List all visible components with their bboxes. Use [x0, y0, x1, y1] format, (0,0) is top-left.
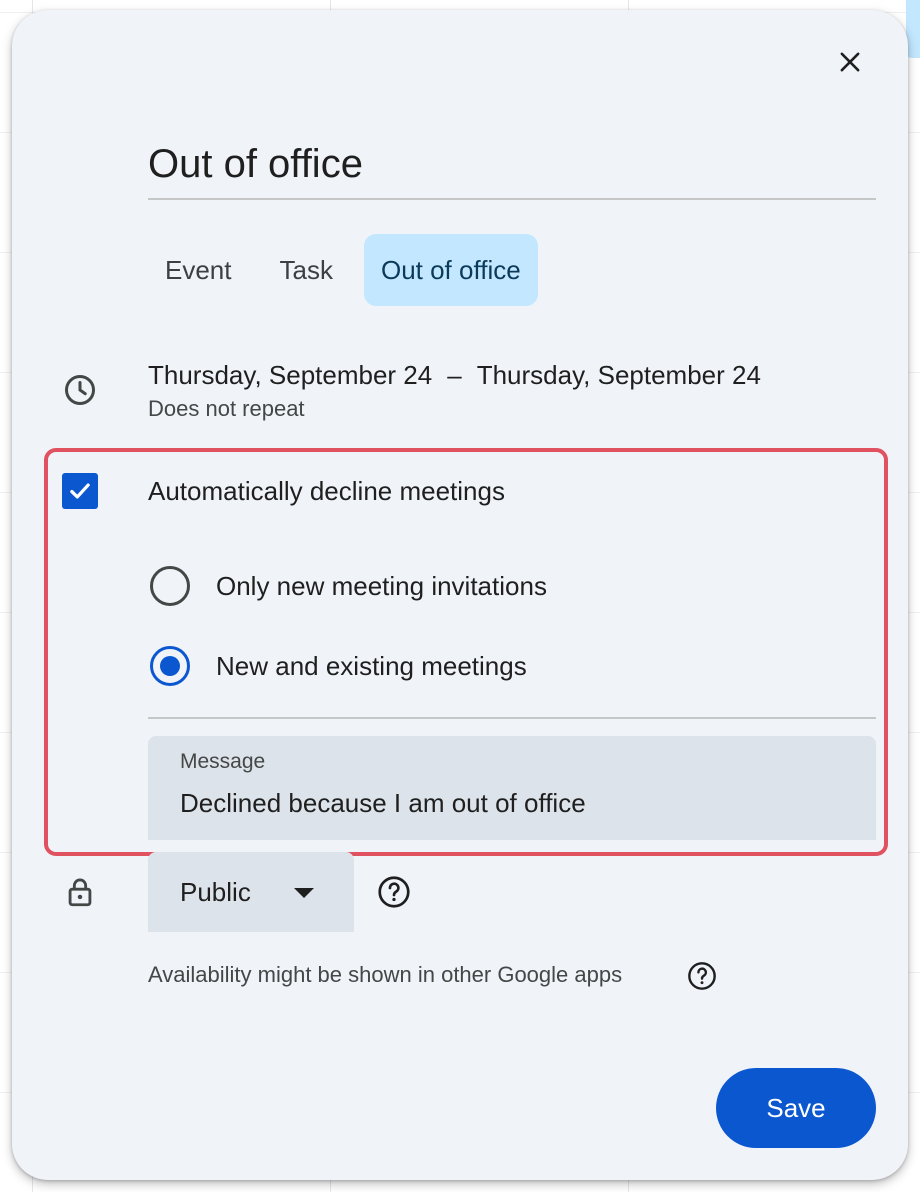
- date-separator: –: [447, 360, 462, 390]
- start-date[interactable]: Thursday, September 24: [148, 360, 432, 390]
- tab-task[interactable]: Task: [263, 234, 350, 306]
- radio-button[interactable]: [150, 566, 190, 606]
- lock-icon: [60, 872, 100, 912]
- visibility-help-button[interactable]: [374, 872, 414, 912]
- radio-new-and-existing[interactable]: New and existing meetings: [150, 646, 527, 686]
- checkmark-icon: [70, 483, 90, 499]
- radio-label: New and existing meetings: [216, 650, 527, 681]
- clock-icon: [60, 370, 100, 410]
- availability-note: Availability might be shown in other Goo…: [148, 962, 623, 987]
- tab-out-of-office[interactable]: Out of office: [363, 234, 538, 306]
- event-type-tabs: Event Task Out of office: [148, 234, 552, 306]
- radio-only-new-invitations[interactable]: Only new meeting invitations: [150, 566, 547, 606]
- auto-decline-label: Automatically decline meetings: [148, 476, 505, 506]
- message-label: Message: [180, 750, 266, 773]
- visibility-value: Public: [180, 876, 251, 907]
- repeat-setting[interactable]: Does not repeat: [148, 396, 305, 422]
- title-input[interactable]: Out of office: [148, 140, 876, 200]
- visibility-dropdown[interactable]: Public: [148, 852, 354, 932]
- message-value[interactable]: Declined because I am out of office: [180, 786, 844, 820]
- caret-down-icon: [294, 888, 314, 898]
- auto-decline-checkbox[interactable]: [62, 473, 98, 509]
- availability-help-button[interactable]: [684, 958, 720, 994]
- close-icon: [840, 52, 860, 72]
- radio-button-selected[interactable]: [150, 646, 190, 686]
- close-button[interactable]: [830, 42, 870, 82]
- out-of-office-dialog: Out of office Event Task Out of office T…: [12, 10, 908, 1180]
- tab-event[interactable]: Event: [148, 234, 249, 306]
- title-text: Out of office: [148, 142, 363, 186]
- calendar-event-chip: [906, 0, 920, 58]
- help-circle-icon: [378, 876, 410, 908]
- help-circle-icon: [688, 962, 716, 990]
- date-range[interactable]: Thursday, September 24– Thursday, Septemb…: [148, 358, 761, 392]
- decline-message-field[interactable]: Message Declined because I am out of off…: [148, 736, 876, 840]
- end-date[interactable]: Thursday, September 24: [477, 360, 761, 390]
- save-button[interactable]: Save: [716, 1068, 876, 1148]
- divider: [148, 717, 876, 719]
- radio-label: Only new meeting invitations: [216, 570, 547, 601]
